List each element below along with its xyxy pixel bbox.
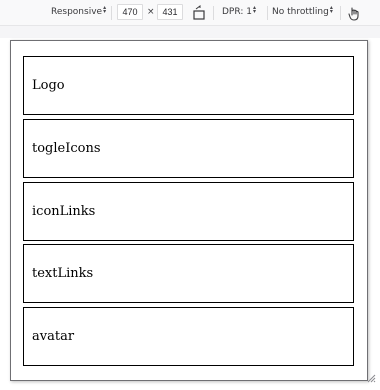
toolbar-separator bbox=[267, 6, 268, 20]
responsive-design-toolbar: Responsive▴▾ × DPR: 1▴▾ No throttling▴▾ bbox=[0, 0, 380, 26]
touch-hand-icon bbox=[348, 7, 359, 21]
touch-simulation-button[interactable] bbox=[347, 0, 361, 25]
throttling-select[interactable]: No throttling ▴ ▾ bbox=[272, 0, 335, 25]
device-select[interactable]: Responsive ▴ ▾ bbox=[51, 0, 108, 25]
caret-updown-icon: ▴ ▾ bbox=[103, 4, 107, 15]
dpr-select[interactable]: DPR: 1 ▴ ▾ bbox=[222, 0, 258, 25]
responsive-viewport: Logo togleIcons iconLinks textLinks avat… bbox=[10, 40, 368, 381]
toolbar-separator bbox=[213, 6, 214, 20]
rotate-button[interactable] bbox=[192, 0, 206, 25]
viewport-width-input[interactable] bbox=[117, 4, 143, 20]
text-links-block: textLinks bbox=[23, 244, 354, 303]
avatar-block: avatar bbox=[23, 307, 354, 366]
throttling-select-label: No throttling bbox=[272, 7, 329, 17]
dpr-select-label: DPR: 1 bbox=[222, 7, 252, 17]
dimension-times-label: × bbox=[147, 7, 155, 17]
icon-links-block: iconLinks bbox=[23, 182, 354, 241]
rotate-icon bbox=[193, 5, 205, 20]
logo-block: Logo bbox=[23, 56, 354, 115]
resize-handle-icon[interactable] bbox=[366, 373, 376, 383]
caret-updown-icon: ▴ ▾ bbox=[329, 4, 333, 15]
device-select-label: Responsive bbox=[51, 7, 103, 17]
toolbar-separator bbox=[340, 6, 341, 20]
viewport-height-input[interactable] bbox=[157, 4, 183, 20]
caret-updown-icon: ▴ ▾ bbox=[252, 4, 256, 15]
toolbar-gap bbox=[0, 26, 380, 38]
toolbar-separator bbox=[111, 6, 112, 20]
toggle-icons-block: togleIcons bbox=[23, 119, 354, 178]
